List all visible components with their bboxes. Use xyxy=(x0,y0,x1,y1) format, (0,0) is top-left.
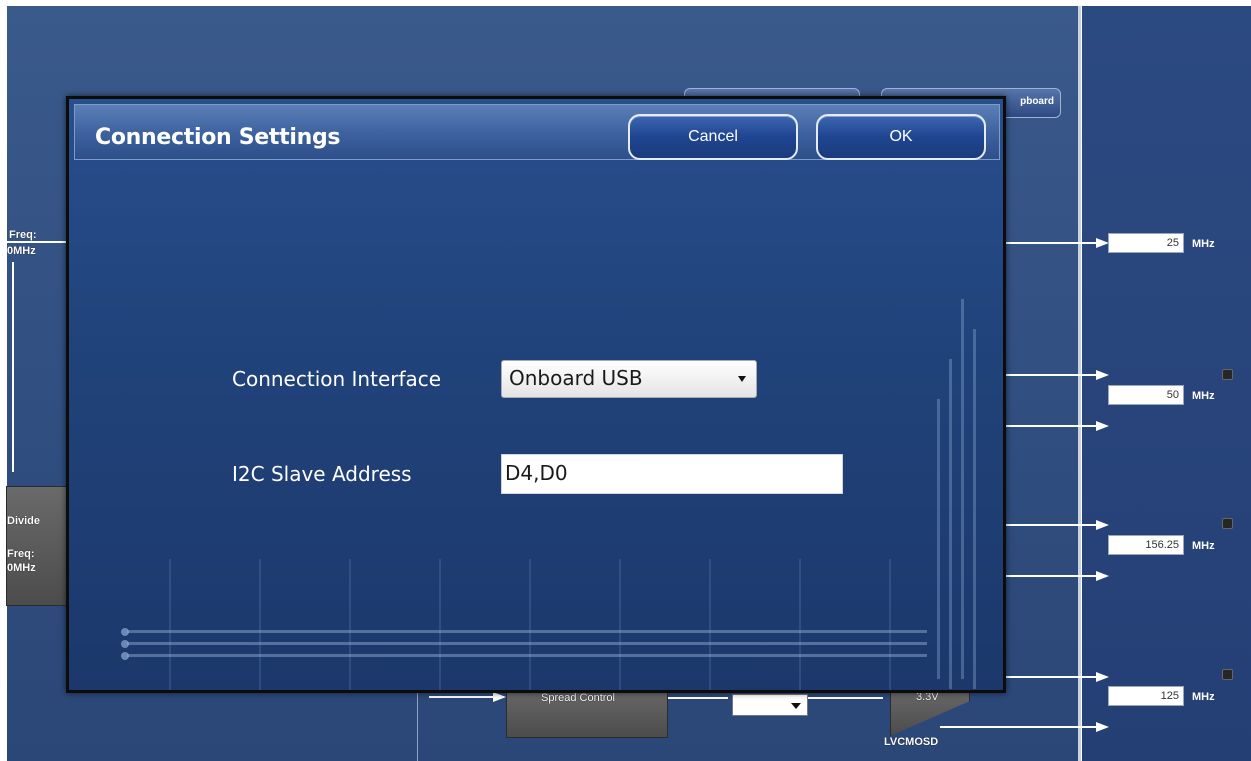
i2c-slave-address-label: I2C Slave Address xyxy=(232,462,412,486)
decor-grid-line xyxy=(439,559,441,690)
output-unit-3: MHz xyxy=(1192,540,1215,552)
signal-line xyxy=(1006,374,1101,376)
signal-line xyxy=(808,697,883,699)
divide-block[interactable] xyxy=(6,486,68,606)
output-unit-2: MHz xyxy=(1192,390,1215,402)
signal-line xyxy=(668,697,728,699)
output-panel xyxy=(1082,6,1251,761)
clipboard-button-label: pboard xyxy=(1020,96,1054,107)
decor-grid-line xyxy=(799,559,801,690)
decor-grid-line xyxy=(889,559,891,690)
decor-grid-line xyxy=(529,559,531,690)
arrow-icon xyxy=(1096,421,1109,431)
i2c-slave-address-input[interactable]: D4,D0 xyxy=(501,454,843,494)
output-enable-toggle[interactable] xyxy=(1222,518,1233,529)
freq-value-2: 0MHz xyxy=(7,562,36,574)
signal-line xyxy=(1006,242,1101,244)
decor-trace xyxy=(973,329,976,689)
arrow-icon xyxy=(1096,370,1109,380)
decor-grid-line xyxy=(169,559,171,690)
decor-trace xyxy=(127,654,927,657)
output-enable-toggle[interactable] xyxy=(1222,669,1233,680)
dropdown-caret-icon xyxy=(738,376,746,382)
ok-button[interactable]: OK xyxy=(816,114,986,160)
arrow-icon xyxy=(1096,672,1109,682)
decor-trace xyxy=(949,359,952,689)
output-freq-3[interactable]: 156.25 xyxy=(1108,535,1184,555)
background-select[interactable] xyxy=(732,694,808,716)
signal-line xyxy=(7,241,67,243)
output-unit-1: MHz xyxy=(1192,238,1215,250)
decor-grid-line xyxy=(259,559,261,690)
signal-line xyxy=(417,693,418,761)
decor-grid-line xyxy=(349,559,351,690)
arrow-icon xyxy=(1096,722,1109,732)
lvcmos-label: LVCMOSD xyxy=(884,736,939,748)
panel-divider xyxy=(1078,6,1081,761)
voltage-label: 3.3V xyxy=(916,691,939,703)
arrow-icon xyxy=(1096,571,1109,581)
freq-value-1: 0MHz xyxy=(7,245,36,257)
connection-interface-label: Connection Interface xyxy=(232,367,442,391)
connection-interface-select[interactable]: Onboard USB xyxy=(501,360,757,398)
cancel-button[interactable]: Cancel xyxy=(628,114,798,160)
signal-line xyxy=(1006,676,1101,678)
spread-control-block[interactable]: Spread Control xyxy=(506,686,668,738)
arrow-icon xyxy=(493,692,506,702)
connection-interface-value: Onboard USB xyxy=(509,366,643,390)
freq-label-2: Freq: xyxy=(7,548,35,560)
decor-trace xyxy=(127,642,927,645)
output-unit-4: MHz xyxy=(1192,691,1215,703)
connection-settings-dialog: Connection Settings Cancel OK Connection… xyxy=(66,96,1006,693)
application-window: pboard Freq: 0MHz Divide Freq: 0MHz 25 M… xyxy=(0,0,1251,761)
freq-label-1: Freq: xyxy=(9,229,37,241)
signal-line xyxy=(940,726,1100,728)
output-freq-2[interactable]: 50 xyxy=(1108,385,1184,405)
decor-grid-line xyxy=(619,559,621,690)
decor-trace xyxy=(961,299,964,679)
decor-trace xyxy=(127,630,927,633)
decor-grid-line xyxy=(709,559,711,690)
signal-line xyxy=(1006,575,1101,577)
dialog-header: Connection Settings Cancel OK xyxy=(74,104,1000,160)
signal-line xyxy=(1006,425,1101,427)
signal-line xyxy=(12,262,14,472)
output-freq-1[interactable]: 25 xyxy=(1108,233,1184,253)
arrow-icon xyxy=(1096,520,1109,530)
divide-label: Divide xyxy=(7,515,41,527)
signal-line xyxy=(1006,524,1101,526)
output-enable-toggle[interactable] xyxy=(1222,369,1233,380)
decor-trace xyxy=(937,399,940,679)
spread-control-label: Spread Control xyxy=(541,692,615,704)
output-freq-4[interactable]: 125 xyxy=(1108,686,1184,706)
dialog-title: Connection Settings xyxy=(95,125,341,150)
